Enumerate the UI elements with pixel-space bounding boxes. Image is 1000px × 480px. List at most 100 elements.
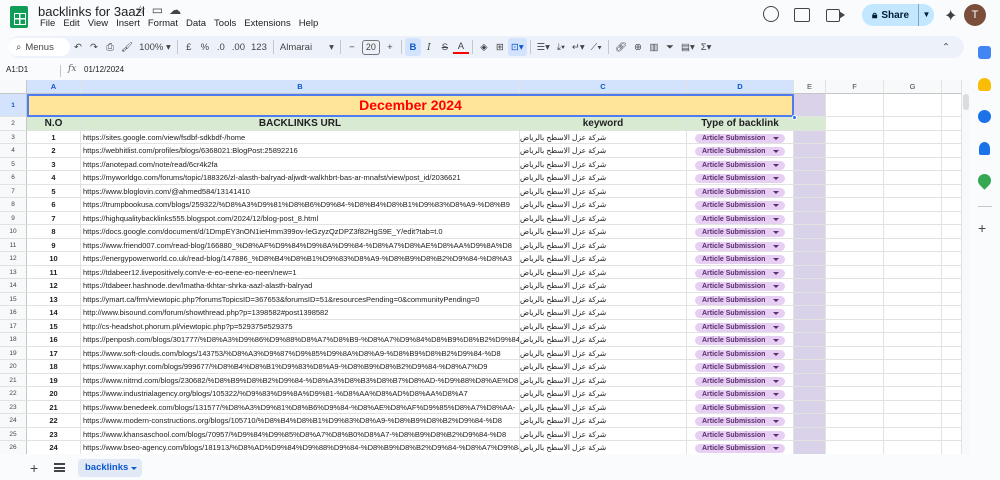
grid-cell[interactable] [794,94,826,117]
column-header-b[interactable]: B [81,80,520,94]
keyword-cell[interactable]: شركة عزل الاسطح بالرياض [520,184,687,198]
keyword-cell[interactable]: شركة عزل الاسطح بالرياض [520,279,687,293]
keyword-cell[interactable]: شركة عزل الاسطح بالرياض [520,157,687,171]
type-dropdown-chip[interactable]: Article Submission [695,214,785,224]
grid-cell[interactable] [884,373,942,387]
text-wrap-icon[interactable]: ↵▾ [569,38,588,56]
keyword-cell[interactable]: شركة عزل الاسطح بالرياض [520,198,687,212]
row-number-cell[interactable]: 17 [27,346,81,360]
type-dropdown-chip[interactable]: Article Submission [695,187,785,197]
row-number-cell[interactable]: 7 [27,211,81,225]
grid-cell[interactable] [826,414,884,428]
grid-cell[interactable] [884,279,942,293]
url-cell[interactable]: https://energypowerworld.co.uk/read-blog… [81,252,520,266]
grid-cell[interactable] [826,171,884,185]
keyword-cell[interactable]: شركة عزل الاسطح بالرياض [520,360,687,374]
insert-comment-icon[interactable]: ⊕ [630,38,646,56]
url-cell[interactable]: https://www.bloglovin.com/@ahmed584/1314… [81,184,520,198]
font-size-input[interactable]: 20 [361,39,380,55]
keyword-cell[interactable]: شركة عزل الاسطح بالرياض [520,225,687,239]
row-number-cell[interactable]: 1 [27,130,81,144]
grid-cell[interactable] [942,198,962,212]
column-header-g[interactable]: G [884,80,942,94]
row-header[interactable]: 17 [0,319,27,333]
maps-icon[interactable] [975,171,994,190]
grid-cell[interactable] [826,373,884,387]
row-header[interactable]: 11 [0,238,27,252]
type-cell[interactable]: Article Submission [687,333,794,347]
strikethrough-button[interactable]: S [437,38,453,56]
grid-cell[interactable] [942,144,962,158]
url-cell[interactable]: https://trumpbookusa.com/blogs/259322/%D… [81,198,520,212]
functions-icon[interactable]: Σ▾ [698,38,715,56]
avatar[interactable]: T [964,4,986,26]
grid-cell[interactable] [794,400,826,414]
grid-cell[interactable] [942,306,962,320]
grid-cell[interactable] [826,130,884,144]
row-number-cell[interactable]: 22 [27,414,81,428]
keyword-cell[interactable]: شركة عزل الاسطح بالرياض [520,346,687,360]
grid-cell[interactable] [826,346,884,360]
row-number-cell[interactable]: 13 [27,292,81,306]
grid-cell[interactable] [884,144,942,158]
type-dropdown-chip[interactable]: Article Submission [695,309,785,318]
type-dropdown-chip[interactable]: Article Submission [695,255,785,264]
formula-input[interactable]: 01/12/2024 [84,65,124,74]
type-cell[interactable]: Article Submission [687,387,794,401]
type-cell[interactable]: Article Submission [687,265,794,279]
type-cell[interactable]: Article Submission [687,184,794,198]
row-header[interactable]: 10 [0,225,27,239]
grid-cell[interactable] [884,238,942,252]
keyword-cell[interactable]: شركة عزل الاسطح بالرياض [520,306,687,320]
version-history-icon[interactable] [763,6,779,22]
column-header-a[interactable]: A [27,80,81,94]
type-dropdown-chip[interactable]: Article Submission [695,133,785,143]
grid-cell[interactable] [942,157,962,171]
calendar-icon[interactable] [978,46,991,59]
keyword-cell[interactable]: شركة عزل الاسطح بالرياض [520,265,687,279]
keyword-cell[interactable]: شركة عزل الاسطح بالرياض [520,319,687,333]
row-header[interactable]: 2 [0,117,27,131]
type-dropdown-chip[interactable]: Article Submission [695,390,785,399]
row-number-cell[interactable]: 23 [27,427,81,441]
type-dropdown-chip[interactable]: Article Submission [695,147,785,156]
grid-cell[interactable] [942,279,962,293]
merge-cells-icon[interactable]: ⊡▾ [507,38,527,56]
sheet-tab-backlinks[interactable]: backlinks [78,459,142,477]
menu-edit[interactable]: Edit [59,18,83,29]
type-dropdown-chip[interactable]: Article Submission [695,376,785,386]
grid-cell[interactable] [794,292,826,306]
row-header[interactable]: 12 [0,252,27,266]
cloud-status-icon[interactable]: ☁ [169,3,187,17]
all-sheets-icon[interactable] [54,463,65,472]
type-cell[interactable]: Article Submission [687,198,794,212]
menu-file[interactable]: File [36,18,59,29]
grid-cell[interactable] [942,333,962,347]
grid-cell[interactable] [884,252,942,266]
add-sheet-icon[interactable]: + [30,460,38,476]
row-number-cell[interactable]: 12 [27,279,81,293]
grid-cell[interactable] [826,252,884,266]
url-cell[interactable]: https://penposh.com/blogs/301777/%D8%A3%… [81,333,520,347]
row-number-cell[interactable]: 2 [27,144,81,158]
name-box[interactable]: A1:D1 [6,65,28,74]
type-cell[interactable]: Article Submission [687,400,794,414]
row-header[interactable]: 6 [0,171,27,185]
grid-cell[interactable] [884,211,942,225]
type-cell[interactable]: Article Submission [687,360,794,374]
row-number-cell[interactable]: 20 [27,387,81,401]
italic-button[interactable]: I [421,38,437,56]
header-type[interactable]: Type of backlink [687,117,794,131]
grid-cell[interactable] [942,238,962,252]
type-cell[interactable]: Article Submission [687,144,794,158]
grid-cell[interactable] [884,306,942,320]
row-header[interactable]: 15 [0,292,27,306]
type-dropdown-chip[interactable]: Article Submission [695,241,785,251]
keyword-cell[interactable]: شركة عزل الاسطح بالرياض [520,400,687,414]
grid-cell[interactable] [942,400,962,414]
star-icon[interactable]: ☆ [135,3,152,17]
keyword-cell[interactable]: شركة عزل الاسطح بالرياض [520,252,687,266]
menu-extensions[interactable]: Extensions [240,18,294,29]
row-header[interactable]: 19 [0,346,27,360]
grid-cell[interactable] [942,427,962,441]
